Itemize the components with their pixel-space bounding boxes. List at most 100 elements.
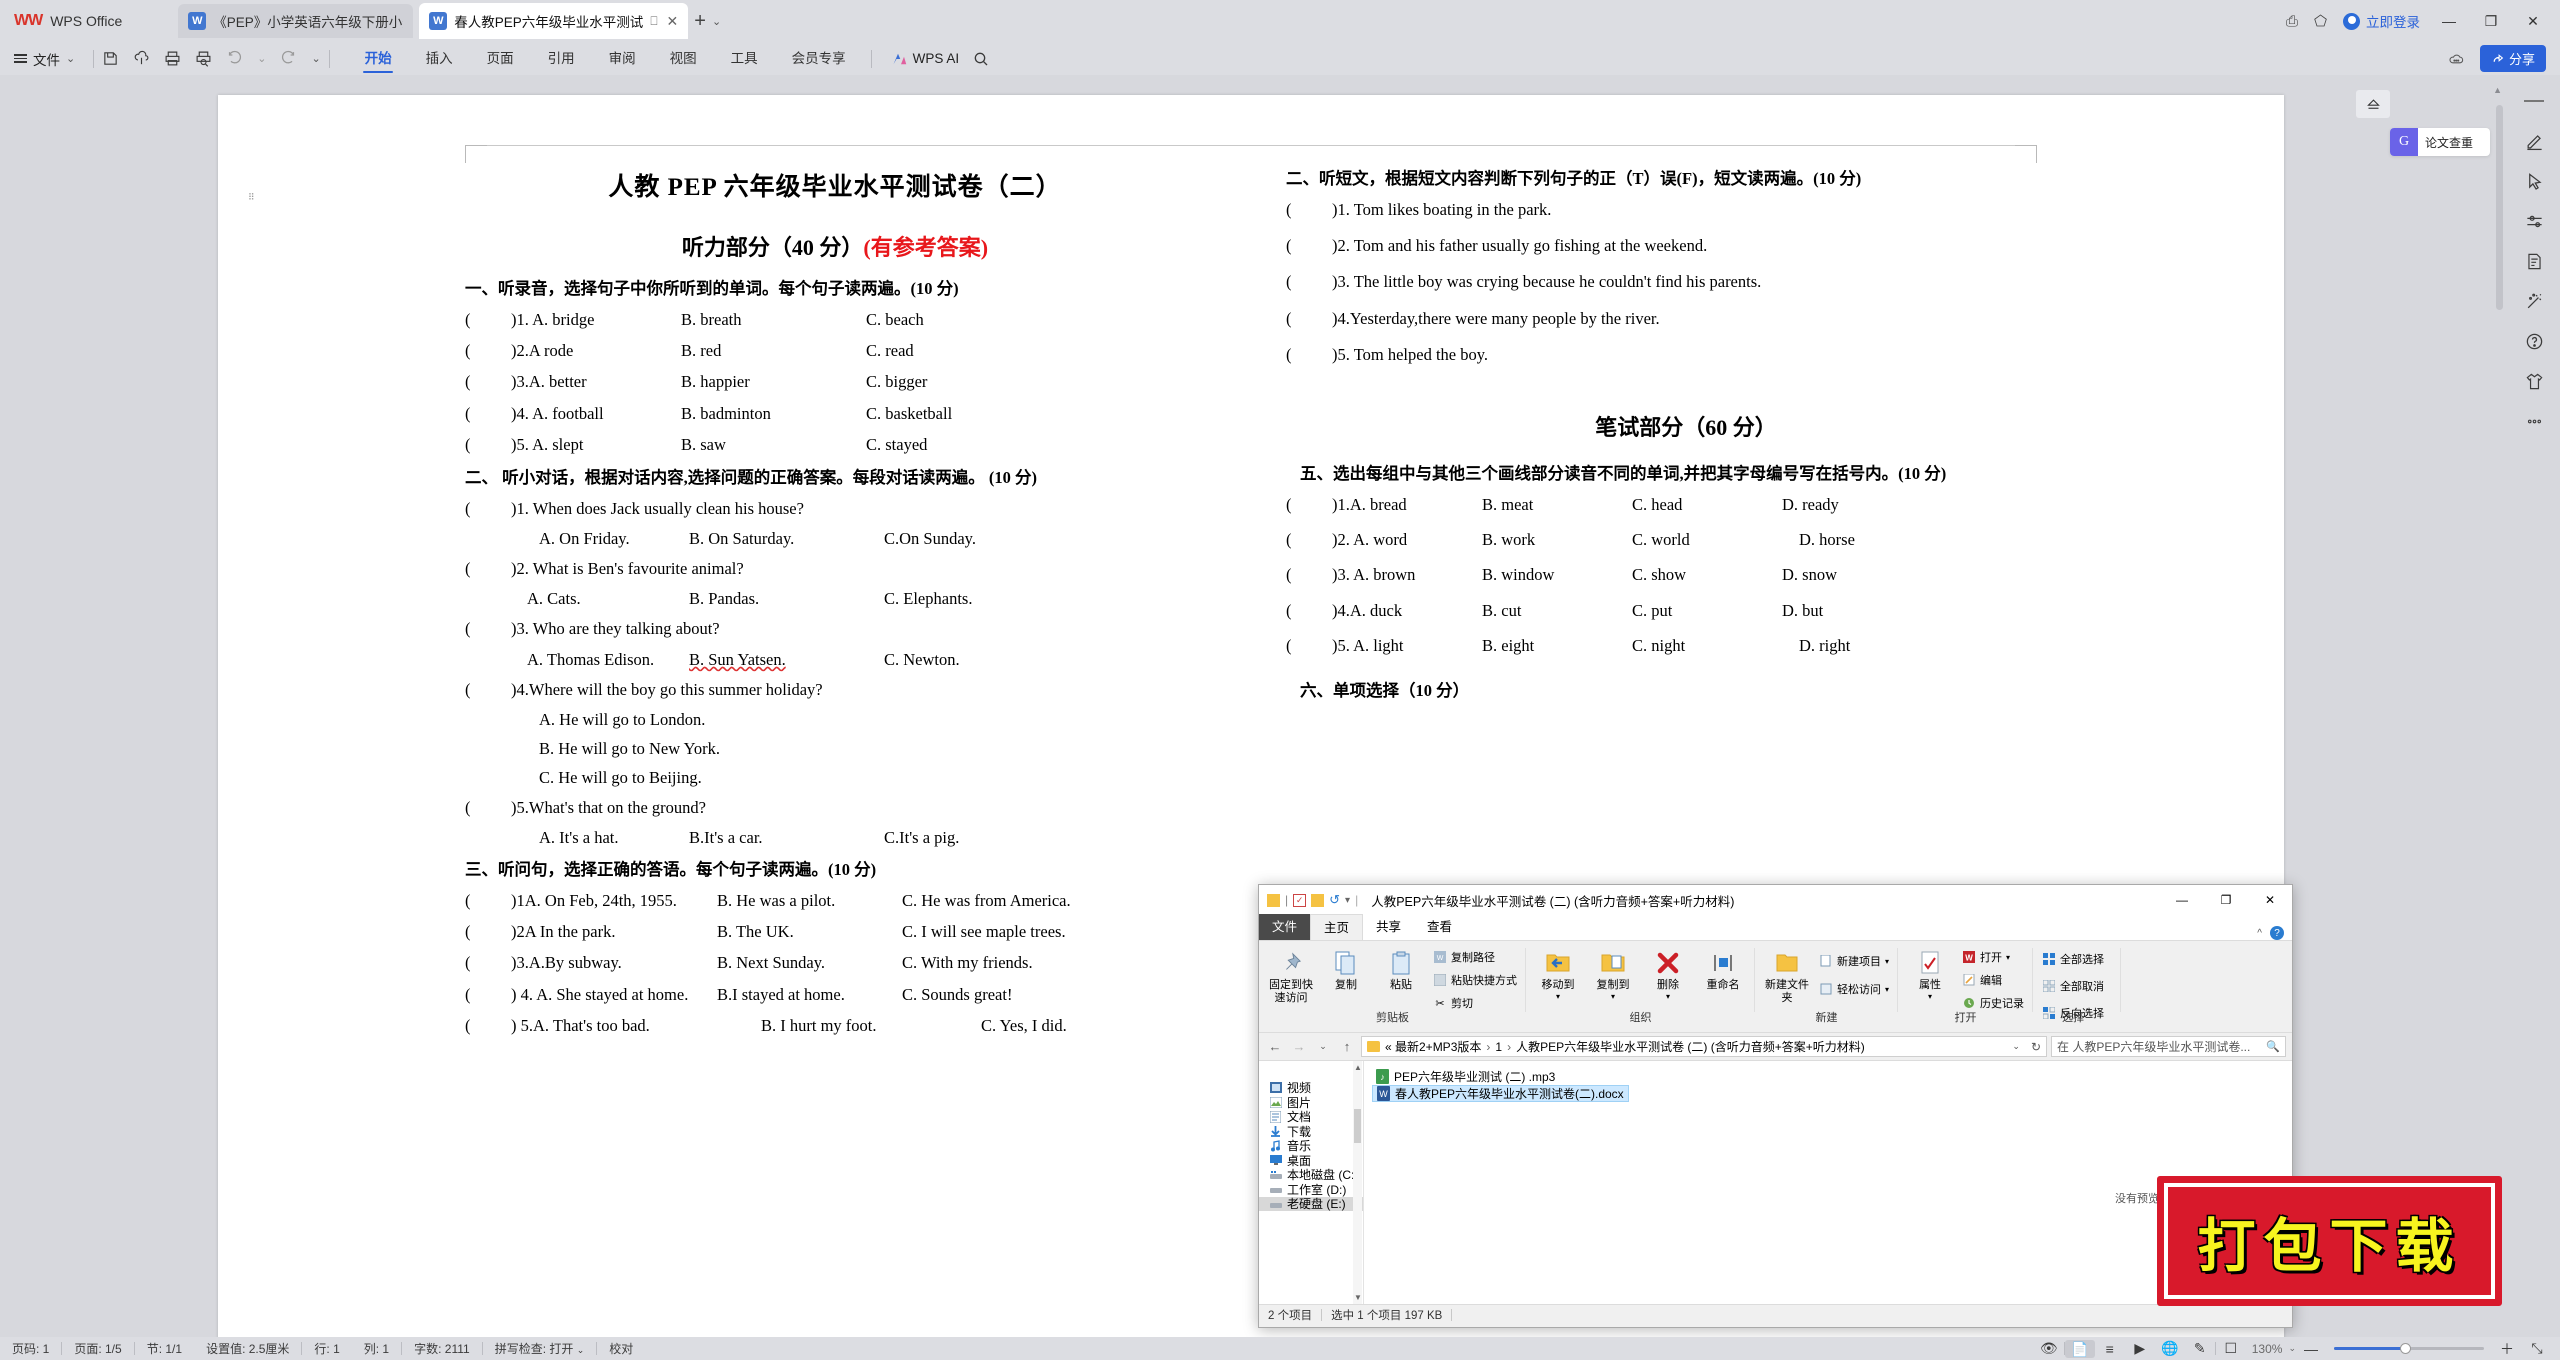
ribbon-tab-insert[interactable]: 插入 [409, 42, 470, 75]
document-tab-2[interactable]: W 春人教PEP六年级毕业水平测试 ⎕ ✕ [419, 3, 689, 39]
copy-to-button[interactable]: 复制到 ▾ [1587, 944, 1639, 1001]
edit-button[interactable]: 编辑 [1959, 971, 2027, 989]
web-layout-icon[interactable]: 🌐 [2155, 1340, 2185, 1357]
answer-bracket[interactable]: ( [1286, 235, 1332, 257]
save-cloud-icon[interactable] [133, 50, 150, 67]
answer-bracket[interactable]: ( [465, 921, 511, 943]
answer-bracket[interactable]: ( [465, 890, 511, 912]
help-circle-icon[interactable] [2508, 321, 2560, 361]
ribbon-tab-references[interactable]: 引用 [531, 42, 592, 75]
copy-button[interactable]: 复制 [1320, 944, 1372, 992]
read-icon[interactable]: ▶ [2125, 1340, 2155, 1357]
search-icon[interactable] [973, 51, 989, 67]
paragraph-move-handle[interactable]: ⠿ [248, 193, 257, 202]
answer-bracket[interactable]: ( [465, 340, 511, 362]
address-dropdown-icon[interactable]: ⌄ [2012, 1041, 2020, 1052]
close-button[interactable]: ✕ [2520, 13, 2546, 30]
search-icon[interactable]: 🔍 [2266, 1040, 2280, 1053]
outline-icon[interactable]: ≡ [2095, 1341, 2125, 1357]
highlight-icon[interactable]: ✎ [2185, 1340, 2215, 1357]
breadcrumb-2[interactable]: 1 [1495, 1040, 1502, 1054]
easy-access-button[interactable]: 轻松访问 ▾ [1816, 980, 1892, 998]
answer-bracket[interactable]: ( [1286, 308, 1332, 330]
zoom-dropdown-icon[interactable]: ⌄ [2288, 1343, 2296, 1354]
answer-bracket[interactable]: ( [465, 984, 511, 1006]
answer-bracket[interactable]: ( [465, 797, 511, 819]
print-icon[interactable] [164, 50, 181, 67]
zoom-slider-knob[interactable] [2400, 1343, 2411, 1354]
chevron-down-icon[interactable]: ▾ [2006, 953, 2010, 962]
settings-sliders-icon[interactable] [2508, 201, 2560, 241]
status-word-count[interactable]: 字数: 2111 [402, 1340, 482, 1357]
explorer-tab-home[interactable]: 主页 [1310, 914, 1364, 940]
file-menu-button[interactable]: 文件 ⌄ [0, 49, 85, 69]
explorer-tab-view[interactable]: 查看 [1414, 914, 1465, 940]
zoom-out-button[interactable]: — [2296, 1341, 2326, 1357]
status-spellcheck[interactable]: 拼写检查: 打开 ⌄ [483, 1340, 597, 1357]
undo-dropdown-icon[interactable]: ⌄ [257, 52, 266, 65]
select-all-button[interactable]: 全部选择 [2039, 950, 2107, 968]
new-item-button[interactable]: 新建项目 ▾ [1816, 952, 1892, 970]
answer-bracket[interactable]: ( [465, 498, 511, 520]
paper-check-card[interactable]: G 论文查重 [2390, 128, 2490, 156]
explorer-tab-share[interactable]: 共享 [1363, 914, 1414, 940]
delete-button[interactable]: 删除 ▾ [1642, 944, 1694, 1001]
minimize-button[interactable]: — [2436, 13, 2462, 29]
up-icon[interactable]: ↑ [1337, 1039, 1357, 1054]
answer-bracket[interactable]: ( [465, 1015, 511, 1037]
answer-bracket[interactable]: ( [465, 618, 511, 640]
ribbon-tab-tools[interactable]: 工具 [714, 42, 775, 75]
pen-icon[interactable] [2508, 121, 2560, 161]
magic-wand-icon[interactable] [2508, 281, 2560, 321]
eye-icon[interactable]: 👁 [2034, 1340, 2064, 1357]
collapse-ribbon-icon[interactable]: ^ [2257, 928, 2262, 939]
ribbon-tab-review[interactable]: 审阅 [592, 42, 653, 75]
zoom-in-button[interactable]: ＋ [2492, 1339, 2522, 1359]
zoom-level[interactable]: 130% [2246, 1342, 2289, 1356]
ribbon-tab-start[interactable]: 开始 [348, 42, 409, 75]
chevron-down-icon[interactable]: ▾ [1666, 992, 1670, 1001]
answer-bracket[interactable]: ( [1286, 344, 1332, 366]
nav-item-drive-e[interactable]: 老硬盘 (E:) [1259, 1196, 1363, 1211]
nav-scroll-down[interactable]: ▼ [1354, 1293, 1362, 1302]
window-split-icon[interactable]: ⎙ [2286, 13, 2298, 30]
breadcrumb-1[interactable]: « 最新2+MP3版本 [1385, 1038, 1481, 1055]
restore-button[interactable]: ❐ [2478, 13, 2504, 30]
share-button[interactable]: 分享 [2479, 45, 2546, 72]
scroll-up-arrow[interactable]: ▲ [2493, 85, 2502, 95]
help-icon[interactable]: ? [2270, 926, 2284, 940]
redo-dropdown-icon[interactable]: ⌄ [311, 52, 320, 65]
answer-bracket[interactable]: ( [1286, 635, 1332, 657]
open-button[interactable]: W 打开 ▾ [1959, 948, 2027, 966]
zoom-slider[interactable] [2334, 1343, 2484, 1354]
forward-icon[interactable]: → [1289, 1039, 1309, 1054]
tab-list-dropdown-icon[interactable]: ⌄ [712, 15, 721, 28]
redo-icon[interactable] [280, 50, 297, 67]
file-explorer-window[interactable]: | ✓ ↺ ▾ | 人教PEP六年级毕业水平测试卷 (二) (含听力音频+答案+… [1258, 884, 2293, 1328]
document-scan-icon[interactable] [2508, 241, 2560, 281]
copy-path-button[interactable]: W 复制路径 [1430, 948, 1520, 966]
undo-icon[interactable] [226, 50, 243, 67]
answer-bracket[interactable]: ( [465, 679, 511, 701]
file-list-item[interactable]: W 春人教PEP六年级毕业水平测试卷(二).docx [1372, 1085, 1629, 1102]
chevron-down-icon[interactable]: ▾ [1885, 957, 1889, 966]
save-icon[interactable] [102, 50, 119, 67]
cloud-icon[interactable] [2448, 52, 2464, 66]
address-input[interactable]: « 最新2+MP3版本 › 1 › 人教PEP六年级毕业水平测试卷 (二) (含… [1361, 1036, 2047, 1057]
chevron-down-icon[interactable]: ▾ [1611, 992, 1615, 1001]
wps-logo-area[interactable]: WW WPS Office [0, 0, 138, 42]
new-folder-quick-icon[interactable] [1311, 893, 1325, 907]
explorer-search-input[interactable]: 在 人教PEP六年级毕业水平测试卷... 🔍 [2051, 1036, 2286, 1057]
nav-scrollbar[interactable]: ▲ ▼ [1353, 1061, 1362, 1304]
customize-qat-icon[interactable]: ▾ [1345, 895, 1350, 906]
chevron-down-icon[interactable]: ⌄ [577, 1345, 585, 1355]
recent-locations-icon[interactable]: ⌄ [1313, 1041, 1333, 1052]
explorer-minimize-button[interactable]: — [2160, 885, 2204, 915]
status-proofread[interactable]: 校对 [597, 1340, 645, 1357]
new-tab-button[interactable]: + [688, 11, 712, 31]
vertical-scrollbar-thumb[interactable] [2496, 105, 2503, 310]
fullscreen-icon[interactable]: ☐ [2216, 1340, 2246, 1357]
document-tab-1[interactable]: W 《PEP》小学英语六年级下册小升初模 [178, 4, 414, 38]
answer-bracket[interactable]: ( [465, 371, 511, 393]
shirt-skin-icon[interactable] [2508, 361, 2560, 401]
